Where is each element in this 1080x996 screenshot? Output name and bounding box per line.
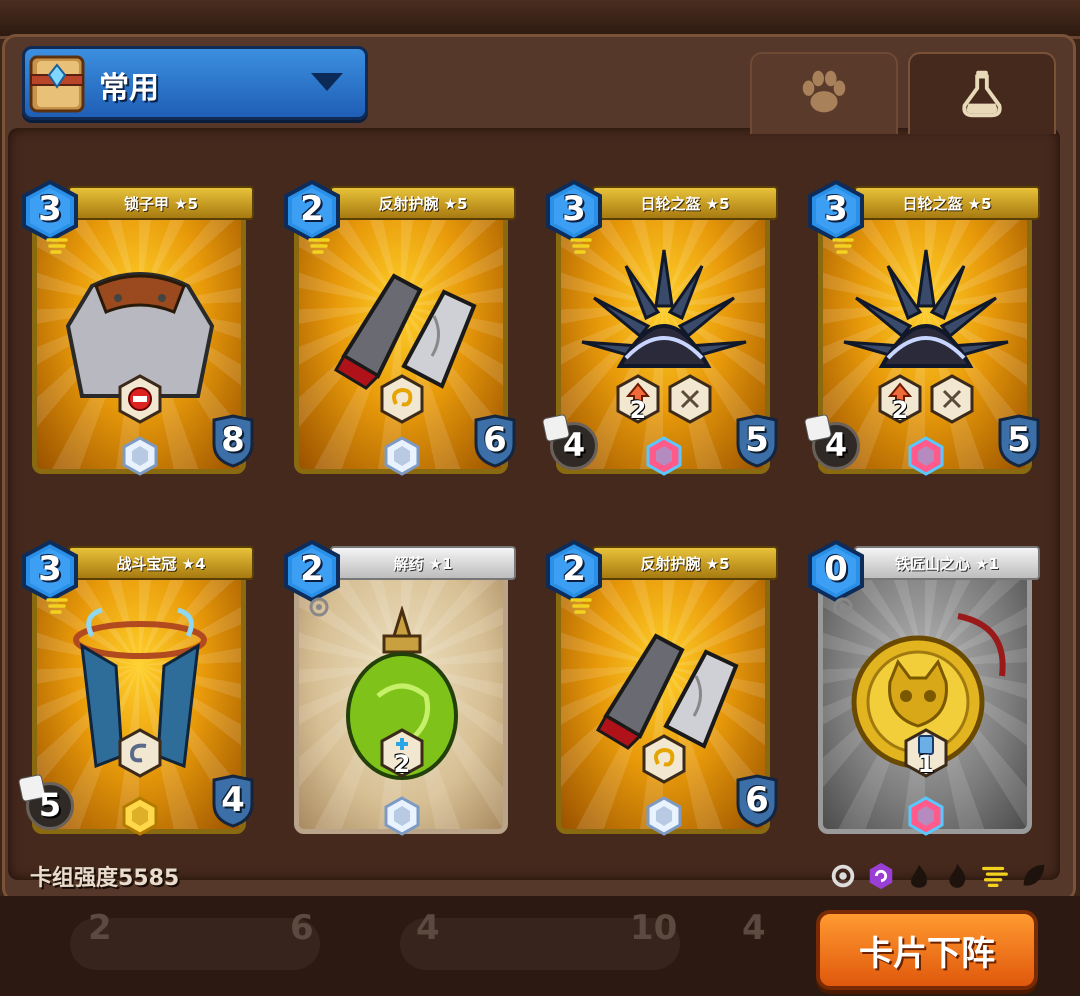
armor-shield-icon: 8 — [210, 414, 256, 468]
spiked-helmet-art — [838, 246, 1014, 422]
armor-shield-icon: 5 — [734, 414, 780, 468]
dice-icon: 5 — [17, 773, 76, 832]
paw-icon — [802, 70, 846, 113]
dice-value: 5 — [38, 786, 62, 824]
tab-paw[interactable] — [750, 52, 898, 134]
deck-name: 常用 — [99, 71, 159, 106]
bottom-number: 4 — [416, 908, 440, 948]
tab-potion[interactable] — [908, 52, 1056, 134]
card-cost: 3 — [38, 549, 62, 589]
card-cost: 2 — [300, 549, 324, 589]
card[interactable]: 反射护腕 ★5 2 6 — [546, 539, 780, 840]
card-cost: 2 — [562, 549, 586, 589]
badge-value: 1 — [917, 750, 935, 778]
armor-shield-icon: 5 — [996, 414, 1042, 468]
card-title: 日轮之盔 ★5 — [854, 186, 1040, 220]
circle-filter-icon[interactable] — [828, 860, 858, 892]
spellbook-icon — [23, 45, 95, 117]
card-icon: 1 — [904, 728, 948, 778]
gold-gem-icon — [122, 796, 158, 836]
dice-icon: 4 — [803, 413, 862, 472]
card-title: 解药 ★1 — [330, 546, 516, 580]
armor-value: 4 — [221, 780, 245, 820]
rainbow-gem-icon — [908, 436, 944, 476]
card-cost: 3 — [38, 189, 62, 229]
remove-card-button[interactable]: 卡片下阵 — [816, 910, 1038, 990]
card[interactable]: 反射护腕 ★5 2 6 — [284, 179, 518, 480]
rainbow-gem-icon — [908, 796, 944, 836]
upgrade-arrow-icon: 2 — [878, 374, 922, 424]
armor-value: 6 — [483, 420, 507, 460]
deck-strength: 卡组强度5585 — [30, 866, 180, 891]
card-cost: 3 — [824, 189, 848, 229]
upgrade-arrow-icon: 2 — [616, 374, 660, 424]
flame-filter-icon[interactable] — [904, 860, 934, 892]
armor-value: 6 — [745, 780, 769, 820]
cross-icon — [668, 374, 712, 424]
spiral-icon — [642, 734, 686, 784]
card[interactable]: 战斗宝冠 ★4 3 4 5 — [17, 539, 256, 840]
bottom-number: 6 — [290, 908, 314, 948]
card-cost: 2 — [300, 189, 324, 229]
armor-shield-icon: 6 — [734, 774, 780, 828]
card-title: 战斗宝冠 ★4 — [68, 546, 254, 580]
leaf-filter-icon[interactable] — [1018, 860, 1048, 892]
element-filters — [828, 858, 1048, 894]
card-title: 锁子甲 ★5 — [68, 186, 254, 220]
armor-value: 5 — [745, 420, 769, 460]
deck-selector[interactable]: 常用 — [22, 46, 368, 120]
armor-value: 8 — [221, 420, 245, 460]
spiral-icon — [380, 374, 424, 424]
diamond-gem-icon — [646, 796, 682, 836]
card[interactable]: 铁匠山之心 ★1 0 1 — [808, 539, 1040, 840]
armor-shield-icon: 4 — [210, 774, 256, 828]
diamond-gem-icon — [122, 436, 158, 476]
wind-filter-icon[interactable] — [980, 860, 1010, 892]
spiked-helmet-art — [576, 246, 752, 422]
bottom-number: 2 — [88, 908, 112, 948]
no-entry-icon — [118, 374, 162, 424]
plus-icon: 2 — [380, 728, 424, 778]
badge-value: 2 — [629, 396, 647, 424]
card-title: 日轮之盔 ★5 — [592, 186, 778, 220]
bottom-number: 4 — [742, 908, 766, 948]
cross-icon — [930, 374, 974, 424]
diamond-gem-icon — [384, 436, 420, 476]
card[interactable]: 日轮之盔 ★5 3 2 5 4 — [803, 179, 1042, 480]
rainbow-gem-icon — [646, 436, 682, 476]
card-title: 反射护腕 ★5 — [330, 186, 516, 220]
swirl-icon — [118, 728, 162, 778]
armor-shield-icon: 6 — [472, 414, 518, 468]
potion-icon — [962, 70, 1002, 118]
card-cost: 0 — [824, 549, 848, 589]
chevron-down-icon[interactable] — [311, 73, 343, 91]
badge-value: 2 — [891, 396, 909, 424]
badge-value: 2 — [393, 750, 411, 778]
card[interactable]: 日轮之盔 ★5 3 2 5 4 — [541, 179, 780, 480]
diamond-gem-icon — [384, 796, 420, 836]
purple-swirl-filter-icon[interactable] — [866, 860, 896, 892]
card[interactable]: 解药 ★1 2 2 — [284, 539, 516, 840]
bottom-number: 10 — [630, 908, 678, 948]
dice-icon: 4 — [541, 413, 600, 472]
card-cost: 3 — [562, 189, 586, 229]
fire-filter-icon[interactable] — [942, 860, 972, 892]
armor-value: 5 — [1007, 420, 1031, 460]
card[interactable]: 锁子甲 ★5 3 8 — [22, 179, 256, 480]
card-title: 反射护腕 ★5 — [592, 546, 778, 580]
dice-value: 4 — [824, 426, 848, 464]
card-title: 铁匠山之心 ★1 — [854, 546, 1040, 580]
dice-value: 4 — [562, 426, 586, 464]
